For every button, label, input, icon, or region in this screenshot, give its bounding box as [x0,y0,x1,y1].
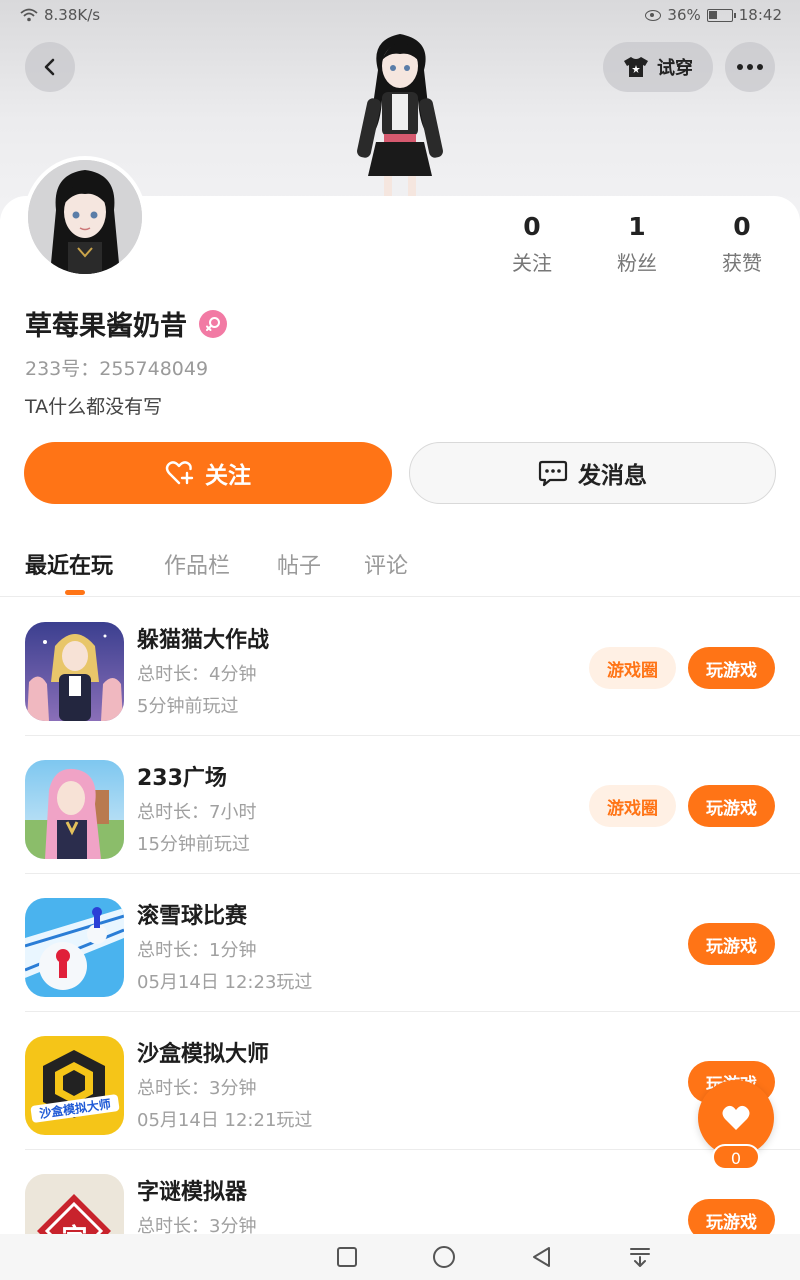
game-name: 233广场 [137,766,227,791]
chevron-left-icon [44,58,55,76]
fans-stat[interactable]: 1 粉丝 [597,212,677,276]
status-bar: 8.38K/s 36% 18:42 [0,0,800,32]
following-count: 0 [523,212,541,241]
recent-apps-square-icon[interactable] [335,1245,359,1269]
game-last-played: 05月14日 12:21玩过 [137,1110,313,1131]
female-gender-icon [199,309,227,338]
game-last-played: 15分钟前玩过 [137,834,250,855]
tab-works[interactable]: 作品栏 [164,548,230,580]
user-bio: TA什么都没有写 [25,396,163,418]
more-dots-icon [737,64,763,70]
play-game-button[interactable]: 玩游戏 [688,923,775,965]
following-label: 关注 [512,251,552,275]
home-circle-icon[interactable] [432,1245,456,1269]
game-duration: 总时长：4分钟 [137,664,257,685]
clock-time: 18:42 [738,6,782,24]
username: 草莓果酱奶昔 [25,311,187,342]
game-duration: 总时长：1分钟 [137,940,257,961]
active-tab-indicator [65,590,85,595]
more-options-button[interactable] [725,42,775,92]
follow-button[interactable]: 关注 [24,442,392,504]
following-stat[interactable]: 0 关注 [492,212,572,276]
likes-label: 获赞 [722,251,762,275]
game-name: 躲猫猫大作战 [137,628,270,653]
game-duration: 总时长：7小时 [137,802,257,823]
game-name: 字谜模拟器 [137,1180,248,1205]
play-game-button[interactable]: 玩游戏 [688,647,775,689]
tshirt-icon [624,57,648,77]
avatar[interactable] [24,156,146,278]
eye-comfort-icon [645,9,662,21]
sandbox-master-game-icon: 沙盒模拟大师 [25,1036,124,1135]
list-item[interactable]: 滚雪球比赛 总时长：1分钟 05月14日 12:23玩过 玩游戏 [0,874,800,1012]
send-message-button[interactable]: 发消息 [409,442,776,504]
wifi-icon [20,8,38,22]
game-name: 沙盒模拟大师 [137,1042,270,1067]
likes-stat[interactable]: 0 获赞 [702,212,782,276]
profile-tabs: 最近在玩 作品栏 帖子 评论 [0,540,800,597]
username-row: 草莓果酱奶昔 [25,304,227,343]
game-name: 滚雪球比赛 [137,904,248,929]
game-duration: 总时长：3分钟 [137,1078,257,1099]
hide-and-seek-game-icon [25,622,124,721]
battery-percent: 36% [667,6,701,24]
notification-pulldown-icon[interactable] [628,1245,652,1269]
user-id: 233号：255748049 [25,358,209,380]
back-triangle-icon[interactable] [530,1245,554,1269]
avatar-character-figure [357,34,443,198]
like-count: 0 [712,1144,760,1170]
play-game-button[interactable]: 玩游戏 [688,785,775,827]
battery-icon [706,8,736,22]
back-button[interactable] [25,42,75,92]
snowball-race-game-icon [25,898,124,997]
send-message-label: 发消息 [578,463,647,489]
plaza-game-icon [25,760,124,859]
game-circle-button[interactable]: 游戏圈 [589,785,676,827]
fans-label: 粉丝 [617,251,657,275]
heart-icon [722,1105,750,1130]
heart-plus-icon [165,461,194,485]
likes-count: 0 [733,212,751,241]
try-on-button[interactable]: 试穿 [603,42,713,92]
follow-label: 关注 [205,463,251,489]
game-last-played: 05月14日 12:23玩过 [137,972,313,993]
avatar-character-icon [28,160,142,274]
list-item[interactable]: 沙盒模拟大师 沙盒模拟大师 总时长：3分钟 05月14日 12:21玩过 玩游戏 [0,1012,800,1150]
game-last-played: 5分钟前玩过 [137,696,239,717]
try-on-label: 试穿 [657,58,693,79]
chat-bubble-icon [538,460,568,487]
tab-posts[interactable]: 帖子 [277,548,321,580]
tab-recently-played[interactable]: 最近在玩 [25,548,113,580]
list-item[interactable]: 躲猫猫大作战 总时长：4分钟 5分钟前玩过 游戏圈 玩游戏 [0,598,800,736]
tab-comments[interactable]: 评论 [364,548,408,580]
system-nav-bar [0,1234,800,1280]
game-circle-button[interactable]: 游戏圈 [589,647,676,689]
list-item[interactable]: 233广场 总时长：7小时 15分钟前玩过 游戏圈 玩游戏 [0,736,800,874]
network-speed: 8.38K/s [44,6,101,24]
fans-count: 1 [628,212,646,241]
